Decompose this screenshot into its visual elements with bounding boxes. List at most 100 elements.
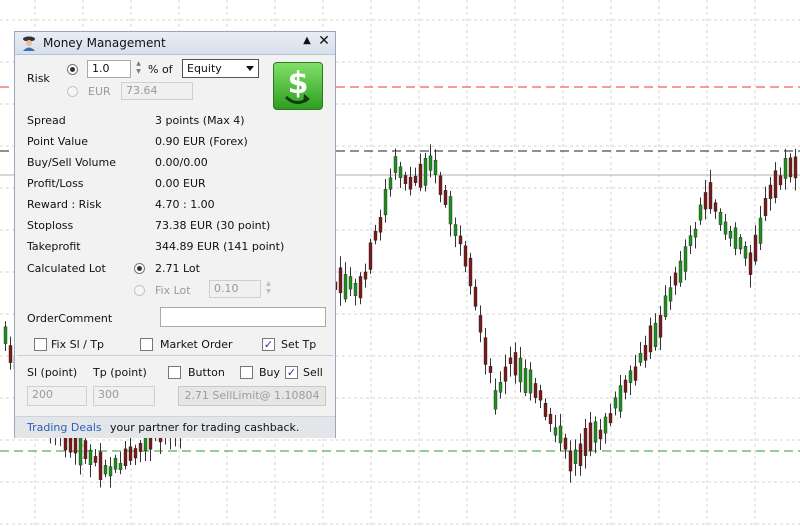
candle-body bbox=[608, 413, 613, 424]
fix-lot-spinner[interactable]: ▲ ▼ bbox=[264, 280, 273, 298]
candle-body bbox=[493, 390, 498, 410]
candle-body bbox=[3, 326, 8, 344]
risk-percent-radio[interactable] bbox=[67, 64, 78, 75]
buy-checkbox[interactable] bbox=[240, 366, 253, 379]
candle-body bbox=[423, 157, 428, 186]
info-row-label: Spread bbox=[27, 114, 66, 127]
candle-body bbox=[358, 276, 363, 299]
spin-up-icon: ▲ bbox=[136, 60, 141, 67]
candle-body bbox=[698, 204, 703, 221]
dollar-button[interactable]: $ bbox=[273, 62, 323, 110]
order-comment-input[interactable] bbox=[160, 307, 326, 327]
panel-titlebar[interactable]: Money Management ▲ ✕ bbox=[15, 32, 335, 55]
candle-body bbox=[673, 272, 678, 286]
panel-footer: Trading Deals your partner for trading c… bbox=[15, 416, 335, 438]
candle-body bbox=[348, 276, 353, 290]
sl-label: Sl (point) bbox=[27, 366, 78, 379]
candle-body bbox=[393, 156, 398, 173]
candle-body bbox=[653, 322, 658, 347]
candle-body bbox=[573, 449, 578, 464]
info-row-label: Point Value bbox=[27, 135, 89, 148]
candle-body bbox=[708, 182, 713, 210]
fix-lot-input[interactable]: 0.10 bbox=[209, 280, 261, 298]
risk-percent-spinner[interactable]: ▲ ▼ bbox=[134, 60, 143, 78]
candle-body bbox=[638, 353, 643, 363]
sl-input[interactable]: 200 bbox=[27, 386, 87, 406]
candle-body bbox=[568, 450, 573, 472]
candle-body bbox=[618, 385, 623, 412]
candle-body bbox=[418, 163, 423, 188]
candle-body bbox=[368, 242, 373, 270]
candle-body bbox=[338, 267, 343, 294]
spin-down-icon: ▼ bbox=[266, 288, 271, 295]
candle-body bbox=[138, 442, 143, 452]
tp-label: Tp (point) bbox=[93, 366, 147, 379]
candle-body bbox=[723, 221, 728, 235]
info-row-value: 0.00 EUR bbox=[155, 177, 206, 190]
button-checkbox[interactable] bbox=[168, 366, 181, 379]
candle-body bbox=[778, 175, 783, 186]
candle-body bbox=[728, 231, 733, 239]
candle-body bbox=[503, 366, 508, 382]
candle-body bbox=[583, 427, 588, 456]
candle-body bbox=[498, 382, 503, 393]
candle-body bbox=[738, 237, 743, 250]
candle-body bbox=[668, 287, 673, 302]
risk-currency-radio[interactable] bbox=[67, 86, 78, 97]
candle-body bbox=[593, 421, 598, 443]
chevron-down-icon bbox=[246, 66, 254, 71]
candle-body bbox=[713, 202, 718, 212]
candle-body bbox=[93, 456, 98, 463]
candle-body bbox=[703, 192, 708, 210]
risk-percent-input[interactable]: 1.0 bbox=[87, 60, 131, 78]
candle-body bbox=[763, 198, 768, 216]
candle-body bbox=[428, 155, 433, 171]
set-tp-checkbox[interactable]: ✓ bbox=[262, 338, 275, 351]
candle-body bbox=[378, 217, 383, 233]
candle-body bbox=[758, 217, 763, 244]
info-row-label: Reward : Risk bbox=[27, 198, 102, 211]
spin-down-icon: ▼ bbox=[136, 68, 141, 75]
candle-body bbox=[343, 274, 348, 300]
fix-sl-tp-checkbox[interactable] bbox=[34, 338, 47, 351]
risk-basis-select[interactable]: Equity bbox=[182, 59, 259, 78]
calculated-lot-radio[interactable] bbox=[134, 263, 145, 274]
candle-body bbox=[398, 166, 403, 178]
panel-title: Money Management bbox=[43, 36, 166, 50]
candle-body bbox=[78, 437, 83, 466]
candle-body bbox=[528, 369, 533, 394]
info-row-value: 0.00/0.00 bbox=[155, 156, 208, 169]
candle-body bbox=[633, 366, 638, 381]
candle-body bbox=[743, 246, 748, 259]
candle-body bbox=[133, 448, 138, 459]
fix-sl-tp-label: Fix Sl / Tp bbox=[51, 338, 105, 351]
risk-currency-input[interactable]: 73.64 bbox=[121, 82, 193, 100]
market-order-checkbox[interactable] bbox=[140, 338, 153, 351]
place-order-button[interactable]: 2.71 SellLimit@ 1.10804 bbox=[178, 386, 326, 406]
candle-body bbox=[768, 184, 773, 199]
order-comment-label: OrderComment bbox=[27, 312, 113, 325]
sell-label: Sell bbox=[303, 366, 323, 379]
info-row-value: 4.70 : 1.00 bbox=[155, 198, 215, 211]
candle-body bbox=[678, 260, 683, 283]
candle-body bbox=[128, 446, 133, 461]
sell-checkbox[interactable]: ✓ bbox=[285, 366, 298, 379]
calculated-lot-label: Calculated Lot bbox=[27, 262, 106, 275]
fix-lot-radio[interactable] bbox=[134, 285, 145, 296]
candle-body bbox=[553, 427, 558, 436]
candle-body bbox=[783, 158, 788, 179]
candle-body bbox=[403, 175, 408, 184]
candle-body bbox=[648, 325, 653, 353]
candle-body bbox=[413, 175, 418, 183]
candle-body bbox=[663, 295, 668, 317]
info-row-value: 344.89 EUR (141 point) bbox=[155, 240, 285, 253]
trading-deals-link[interactable]: Trading Deals bbox=[27, 421, 102, 434]
minimize-button[interactable]: ▲ bbox=[301, 35, 313, 49]
tp-input[interactable]: 300 bbox=[93, 386, 155, 406]
info-row-label: Stoploss bbox=[27, 219, 74, 232]
spin-up-icon: ▲ bbox=[266, 280, 271, 287]
close-button[interactable]: ✕ bbox=[317, 33, 331, 49]
candle-body bbox=[533, 383, 538, 398]
candle-body bbox=[88, 449, 93, 465]
candle-body bbox=[543, 402, 548, 417]
